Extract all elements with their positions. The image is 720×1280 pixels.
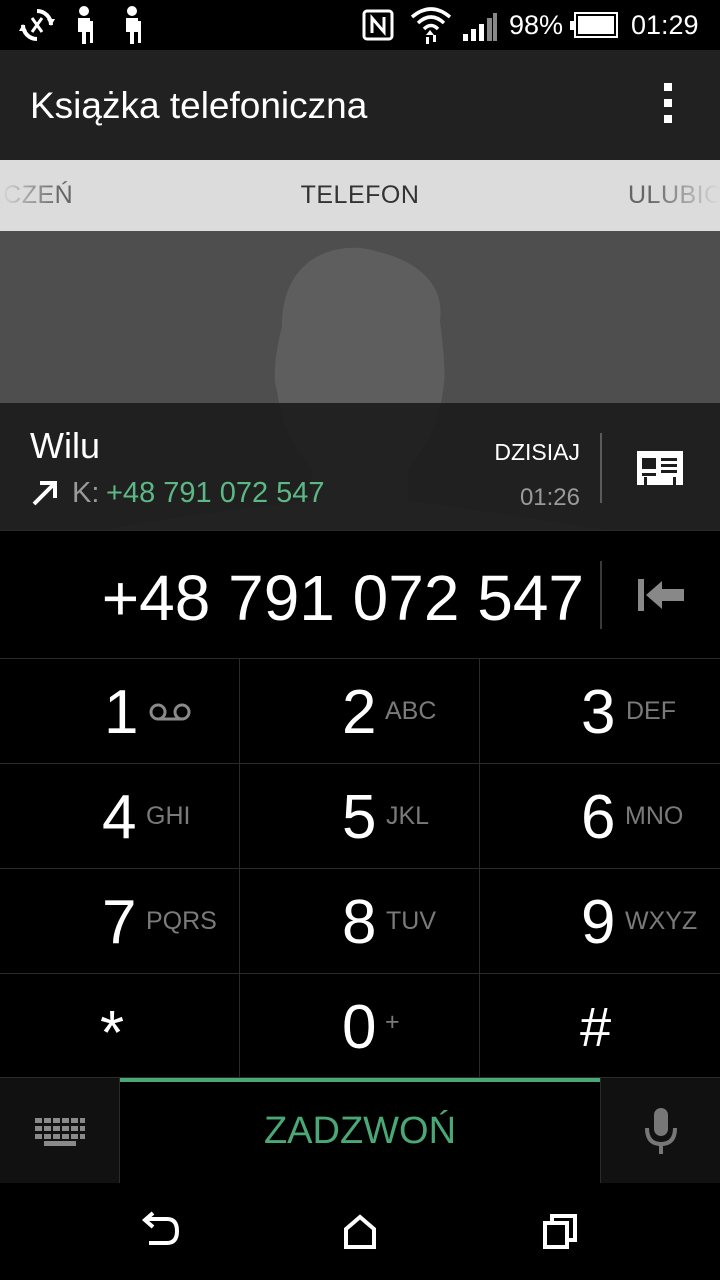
key-digit: #: [580, 995, 612, 1058]
backspace-icon[interactable]: [630, 571, 690, 619]
wifi-icon: [410, 7, 452, 44]
key-letters: WXYZ: [625, 907, 698, 935]
menu-dot: [664, 115, 672, 123]
tab-fade-right: [650, 160, 720, 231]
divider: [600, 561, 602, 629]
key-letters: JKL: [386, 802, 430, 830]
key-letters: PQRS: [146, 907, 217, 935]
tab-bar: ĄCZEŃ TELEFON ULUBIO: [0, 160, 720, 231]
outgoing-call-icon: [32, 481, 57, 506]
key-4[interactable]: 4 GHI: [0, 763, 240, 868]
dialed-number[interactable]: +48 791 072 547: [102, 561, 584, 635]
contact-name: Wilu: [30, 425, 100, 466]
key-letters: TUV: [386, 907, 436, 935]
key-digit: 1: [104, 678, 139, 747]
key-2[interactable]: 2 ABC: [240, 658, 480, 763]
battery-icon: [570, 12, 618, 38]
tab-fade-left: [0, 160, 60, 231]
key-digit: 3: [581, 678, 616, 747]
key-1[interactable]: 1: [0, 658, 240, 763]
sync-icon: [19, 9, 55, 41]
key-9[interactable]: 9 WXYZ: [480, 868, 720, 973]
contact-info-panel: Wilu K: +48 791 072 547 DZISIAJ 01:26: [0, 403, 720, 530]
contact-card-icon[interactable]: [637, 451, 683, 485]
contact-number: +48 791 072 547: [106, 477, 325, 509]
recent-contact-card[interactable]: Wilu K: +48 791 072 547 DZISIAJ 01:26: [0, 231, 720, 530]
call-button[interactable]: ZADZWOŃ: [120, 1078, 600, 1184]
overflow-menu-button[interactable]: [656, 83, 680, 127]
back-icon[interactable]: [135, 1211, 185, 1251]
number-type-label: K:: [72, 477, 100, 509]
clock: 01:29: [631, 10, 699, 40]
keyboard-icon: [35, 1118, 85, 1146]
nfc-icon: [362, 9, 394, 41]
key-letters: DEF: [626, 697, 676, 725]
key-star[interactable]: *: [0, 973, 240, 1078]
key-letters: GHI: [146, 802, 191, 830]
battery-percent: 98%: [509, 10, 564, 40]
recent-apps-icon[interactable]: [535, 1211, 585, 1251]
key-3[interactable]: 3 DEF: [480, 658, 720, 763]
menu-dot: [664, 83, 672, 91]
app-bar: Książka telefoniczna: [0, 50, 720, 160]
key-7[interactable]: 7 PQRS: [0, 868, 240, 973]
home-icon[interactable]: [335, 1211, 385, 1251]
accessibility-icon: [126, 6, 141, 44]
status-bar: 98% 01:29: [0, 0, 720, 50]
call-time: 01:26: [519, 484, 580, 511]
key-digit: 2: [342, 678, 377, 747]
voicemail-icon: [149, 703, 191, 721]
key-digit: 6: [581, 783, 616, 852]
key-5[interactable]: 5 JKL: [240, 763, 480, 868]
key-digit: 8: [342, 888, 377, 957]
key-digit: 0: [342, 993, 377, 1062]
dialed-number-display: +48 791 072 547: [0, 530, 720, 658]
tab-phone[interactable]: TELEFON: [0, 181, 720, 210]
key-digit: 5: [342, 783, 377, 852]
key-digit: 7: [102, 888, 137, 957]
microphone-icon: [645, 1108, 677, 1154]
key-6[interactable]: 6 MNO: [480, 763, 720, 868]
signal-icon: [463, 13, 497, 41]
key-digit: 9: [581, 888, 616, 957]
menu-dot: [664, 99, 672, 107]
key-digit: *: [100, 999, 125, 1068]
key-0[interactable]: 0 +: [240, 973, 480, 1078]
key-letters: ABC: [385, 697, 437, 725]
navigation-bar: [0, 1183, 720, 1280]
key-digit: 4: [102, 783, 137, 852]
key-8[interactable]: 8 TUV: [240, 868, 480, 973]
divider: [600, 433, 602, 503]
keyboard-button[interactable]: [0, 1078, 120, 1184]
key-hash[interactable]: #: [480, 973, 720, 1078]
call-button-label: ZADZWOŃ: [263, 1110, 457, 1152]
dialpad: 1 2 ABC 3 DEF 4 GHI 5 JKL 6 MNO 7 PQRS 8…: [0, 658, 720, 1078]
accessibility-icon: [78, 6, 93, 44]
voice-dial-button[interactable]: [600, 1078, 720, 1184]
dialer-actions: ZADZWOŃ: [0, 1077, 720, 1184]
key-letters: +: [385, 1008, 400, 1036]
key-letters: MNO: [625, 802, 684, 830]
call-day: DZISIAJ: [494, 439, 580, 465]
page-title: Książka telefoniczna: [30, 85, 368, 126]
